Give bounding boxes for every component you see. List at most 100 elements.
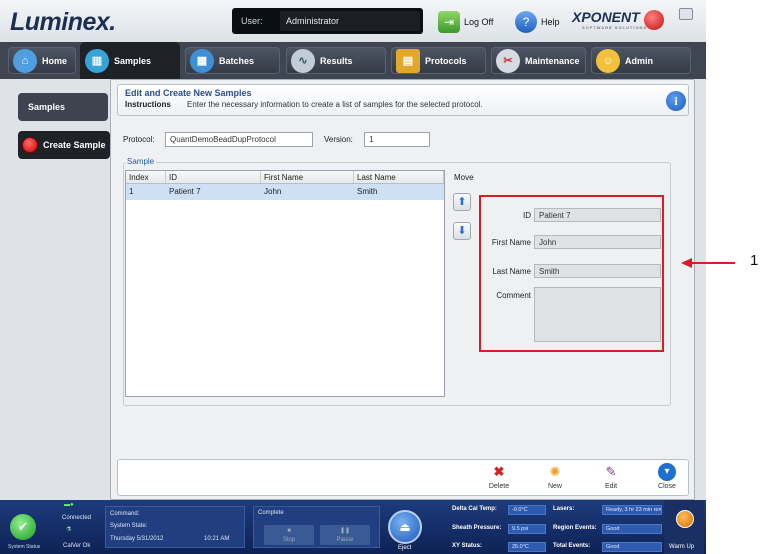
logoff-button[interactable]: ⇥ Log Off <box>438 10 493 34</box>
tab-protocols-label: Protocols <box>425 55 467 66</box>
tab-home[interactable]: ⌂ Home <box>8 47 76 74</box>
help-button[interactable]: ? Help <box>515 10 560 34</box>
move-down-button[interactable]: ⬇ <box>453 222 471 240</box>
eject-button[interactable]: ⏏ <box>388 510 422 544</box>
delete-icon: ✖ <box>493 464 505 479</box>
close-button[interactable]: ▾ Close <box>650 463 684 495</box>
tab-samples[interactable]: ▥ Samples <box>80 42 180 79</box>
eject-icon: ⏏ <box>399 520 411 534</box>
xy-status-value: 25.0°C <box>508 542 546 552</box>
comment-field[interactable] <box>534 287 661 342</box>
progress-box: Complete ■ Stop ❚❚ Pause <box>253 506 380 548</box>
table-row[interactable]: 1 Patient 7 John Smith <box>126 184 444 200</box>
move-label: Move <box>454 173 474 182</box>
eject-label: Eject <box>398 545 412 551</box>
logoff-label: Log Off <box>464 17 494 27</box>
edit-label: Edit <box>604 483 618 490</box>
connected-icon: ▬● <box>64 502 74 508</box>
tab-batches[interactable]: ▦ Batches <box>185 47 280 74</box>
system-status-button[interactable]: ✔ <box>10 514 36 540</box>
arrow-down-icon: ⬇ <box>457 225 467 237</box>
maintenance-icon: ✂ <box>496 48 520 73</box>
column-header[interactable]: Last Name <box>354 171 444 183</box>
id-label: ID <box>523 211 531 220</box>
close-label: Close <box>658 483 676 490</box>
edit-icon: ✎ <box>605 464 617 479</box>
window-restore-button[interactable] <box>679 8 693 20</box>
tab-samples-label: Samples <box>114 55 152 66</box>
main-nav: ⌂ Home ▥ Samples ▦ Batches ∿ Results ▤ P… <box>0 42 706 79</box>
xponent-logo: XPONENT SOFTWARE SOLUTIONS <box>572 9 646 30</box>
callout-label: 1 <box>750 252 759 269</box>
action-bar: ✖ Delete ✺ New ✎ Edit ▾ Close <box>117 459 689 496</box>
tab-maintenance-label: Maintenance <box>525 55 580 66</box>
progress-label: Complete <box>258 510 284 516</box>
comment-label: Comment <box>496 291 531 300</box>
user-label: User: <box>241 16 263 26</box>
warmup-label: Warm Up <box>669 544 695 550</box>
region-events-value: Good <box>602 524 662 534</box>
samples-icon: ▥ <box>85 48 109 73</box>
status-bar: ✔ System Status ▬● Connected ⚗ CalVer Ok… <box>0 500 706 554</box>
delete-button[interactable]: ✖ Delete <box>482 463 516 495</box>
version-label: Version: <box>324 135 353 144</box>
first-name-field[interactable]: John <box>534 235 661 249</box>
help-label: Help <box>541 17 560 27</box>
samples-side-button[interactable]: Samples <box>18 93 108 121</box>
system-status-label: System Status <box>8 544 41 550</box>
tab-results[interactable]: ∿ Results <box>286 47 386 74</box>
pause-icon: ❚❚ <box>339 528 351 534</box>
tab-home-label: Home <box>42 55 68 66</box>
edit-button[interactable]: ✎ Edit <box>594 463 628 495</box>
sheath-pressure-value: 9.5 psi <box>508 524 546 534</box>
protocol-label: Protocol: <box>123 135 155 144</box>
create-sample-button[interactable]: Create Sample <box>18 131 110 159</box>
new-label: New <box>547 483 562 490</box>
protocol-field[interactable]: QuantDemoBeadDupProtocol <box>165 132 313 147</box>
tab-maintenance[interactable]: ✂ Maintenance <box>491 47 586 74</box>
user-value: Administrator <box>280 11 420 31</box>
results-icon: ∿ <box>291 48 315 73</box>
logoff-icon: ⇥ <box>438 11 460 33</box>
check-icon: ✔ <box>17 519 29 534</box>
new-button[interactable]: ✺ New <box>538 463 572 495</box>
calver-icon: ⚗ <box>66 527 72 533</box>
column-header[interactable]: Index <box>126 171 166 183</box>
sheath-pressure-label: Sheath Pressure: <box>452 525 502 531</box>
lasers-value: Ready, 3 hr 23 min remain <box>602 505 662 515</box>
warmup-icon <box>676 510 694 528</box>
protocols-icon: ▤ <box>396 48 420 73</box>
xy-status-label: XY Status: <box>452 543 482 549</box>
stop-button[interactable]: ■ Stop <box>264 525 314 545</box>
info-icon[interactable]: i <box>666 91 686 111</box>
date-label: Thursday 5/31/2012 <box>110 536 164 542</box>
column-header[interactable]: ID <box>166 171 261 183</box>
tab-admin[interactable]: ☺ Admin <box>591 47 691 74</box>
pause-button[interactable]: ❚❚ Pause <box>320 525 370 545</box>
first-name-label: First Name <box>491 238 531 247</box>
column-header[interactable]: First Name <box>261 171 354 183</box>
xponent-subtitle: SOFTWARE SOLUTIONS <box>582 25 648 30</box>
move-up-button[interactable]: ⬆ <box>453 193 471 211</box>
callout-line <box>690 262 735 264</box>
sample-grid[interactable]: Index ID First Name Last Name 1 Patient … <box>125 170 445 397</box>
sample-group-label: Sample <box>125 157 157 166</box>
brand-ball-icon <box>644 10 664 30</box>
last-name-field[interactable]: Smith <box>534 264 661 278</box>
create-sample-label: Create Sample <box>43 140 106 150</box>
callout-arrow-icon <box>681 258 692 268</box>
arrow-up-icon: ⬆ <box>457 196 467 208</box>
help-icon: ? <box>515 11 537 33</box>
instructions-label: Instructions <box>125 100 171 109</box>
instructions-text: Enter the necessary information to creat… <box>187 100 483 109</box>
id-field[interactable]: Patient 7 <box>534 208 661 222</box>
lasers-label: Lasers: <box>553 506 575 512</box>
version-field[interactable]: 1 <box>364 132 430 147</box>
delta-cal-value: -0.0°C <box>508 505 546 515</box>
tab-protocols[interactable]: ▤ Protocols <box>391 47 486 74</box>
home-icon: ⌂ <box>13 48 37 73</box>
top-bar: Luminex. User: Administrator ⇥ Log Off ?… <box>0 0 706 42</box>
admin-icon: ☺ <box>596 48 620 73</box>
warmup-button[interactable]: Warm Up <box>664 500 704 554</box>
close-icon: ▾ <box>658 463 676 481</box>
